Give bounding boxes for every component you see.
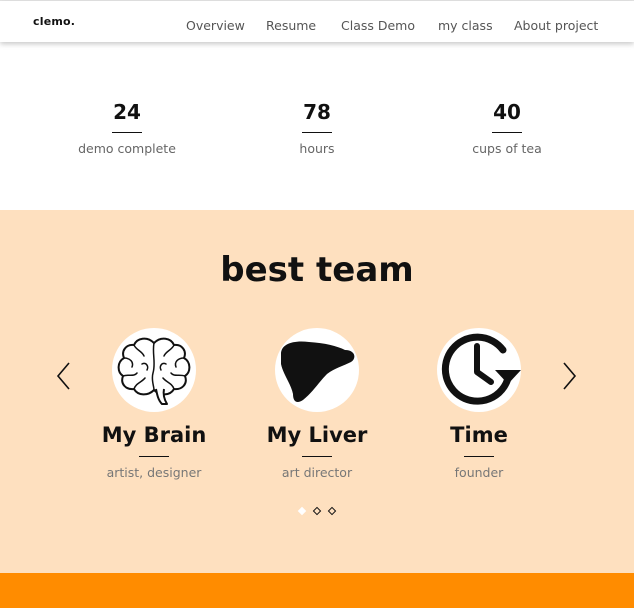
carousel-dot-active[interactable]	[297, 506, 307, 516]
stat-cups-of-tea: 40 cups of tea	[407, 100, 607, 156]
main-nav: Overview Resume Class Demo my class Abou…	[0, 18, 634, 36]
member-name: My Liver	[266, 423, 368, 447]
carousel-prev-button[interactable]	[54, 360, 74, 392]
stat-demo-complete: 24 demo complete	[27, 100, 227, 156]
member-role: art director	[281, 465, 353, 480]
member-divider	[139, 456, 169, 457]
stats-section: 24 demo complete 78 hours 40 cups of tea	[0, 48, 634, 210]
carousel-pagination	[296, 506, 338, 517]
carousel-next-button[interactable]	[560, 360, 580, 392]
member-name: Time	[450, 423, 508, 447]
member-avatar	[275, 328, 359, 412]
stat-divider	[492, 132, 522, 133]
nav-overview[interactable]: Overview	[186, 18, 245, 33]
member-role: founder	[454, 465, 504, 480]
member-role: artist, designer	[106, 465, 202, 480]
chevron-left-icon	[56, 362, 70, 390]
stat-divider	[302, 132, 332, 133]
team-member-card[interactable]: Time founder	[399, 328, 559, 480]
stat-label: cups of tea	[472, 141, 542, 156]
member-avatar	[112, 328, 196, 412]
site-header: clemo. Overview Resume Class Demo my cla…	[0, 1, 634, 42]
stat-hours: 78 hours	[217, 100, 417, 156]
stat-label: hours	[299, 141, 335, 156]
carousel-dot[interactable]	[327, 506, 337, 516]
liver-icon	[281, 341, 355, 402]
team-section: best team My Brain artist, designer My L…	[0, 210, 634, 573]
nav-resume[interactable]: Resume	[266, 18, 316, 33]
member-name: My Brain	[101, 423, 207, 447]
stat-value: 40	[493, 100, 521, 124]
nav-about-project[interactable]: About project	[514, 18, 598, 33]
stat-label: demo complete	[78, 141, 176, 156]
footer-band	[0, 573, 634, 608]
brain-icon	[117, 337, 191, 405]
team-member-card[interactable]: My Brain artist, designer	[74, 328, 234, 480]
stat-divider	[112, 132, 142, 133]
team-title: best team	[220, 250, 414, 290]
member-avatar	[437, 328, 521, 412]
member-divider	[302, 456, 332, 457]
clock-icon	[441, 333, 521, 405]
nav-my-class[interactable]: my class	[438, 18, 493, 33]
team-member-card[interactable]: My Liver art director	[237, 328, 397, 480]
member-divider	[464, 456, 494, 457]
nav-class-demo[interactable]: Class Demo	[341, 18, 415, 33]
stat-value: 78	[303, 100, 331, 124]
stat-value: 24	[113, 100, 141, 124]
carousel-dot[interactable]	[312, 506, 322, 516]
chevron-right-icon	[563, 362, 577, 390]
